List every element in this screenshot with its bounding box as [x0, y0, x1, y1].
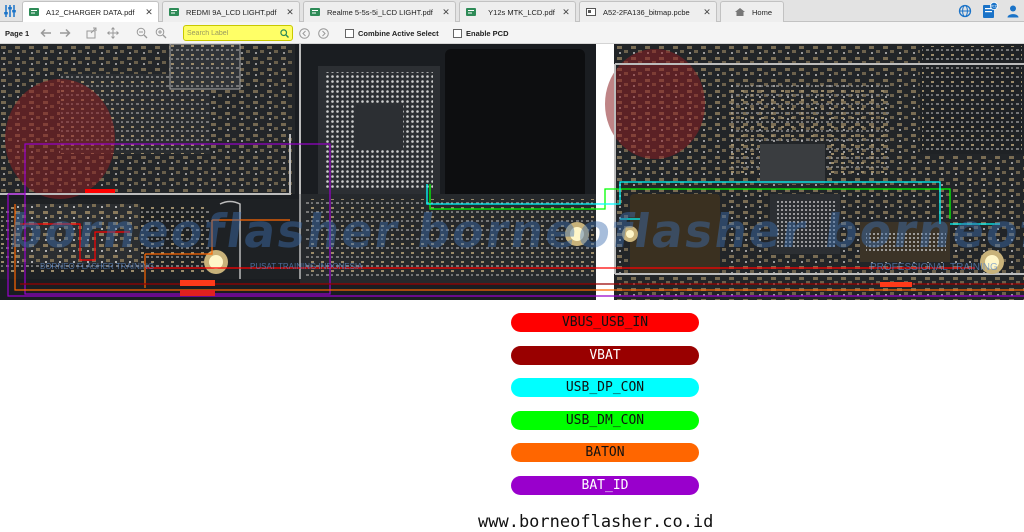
- user-icon[interactable]: [1006, 4, 1020, 18]
- enable-pcd-checkbox[interactable]: Enable PCD: [453, 22, 509, 44]
- search-input[interactable]: [184, 26, 274, 40]
- page-label: Page 1: [5, 28, 30, 38]
- tab-home[interactable]: Home: [720, 1, 784, 22]
- legend-baton: BATON: [511, 443, 699, 462]
- next-result-icon[interactable]: [318, 22, 329, 44]
- tab-y12s-mtk-lcd[interactable]: Y12s MTK_LCD.pdf ✕: [459, 1, 576, 22]
- legend-bat-id: BAT_ID: [511, 476, 699, 495]
- close-icon[interactable]: ✕: [440, 7, 452, 18]
- website-text: www.borneoflasher.co.id: [478, 512, 714, 532]
- search-label-field[interactable]: [183, 25, 293, 41]
- move-icon[interactable]: [107, 22, 119, 44]
- pdf-file-icon: [466, 8, 476, 16]
- legend-vbus-usb-in: VBUS_USB_IN: [511, 313, 699, 332]
- tab-a12-charger-data[interactable]: A12_CHARGER DATA.pdf ✕: [22, 1, 159, 22]
- tab-label: Realme 5-5s-5i_LCD LIGHT.pdf: [327, 7, 433, 17]
- combine-active-select-label: Combine Active Select: [358, 28, 439, 38]
- zoom-in-icon[interactable]: [155, 22, 167, 44]
- overlay-left-text: BORNEO FLASHER TRAINING: [40, 262, 155, 271]
- globe-icon[interactable]: [958, 4, 972, 18]
- tab-label: Home: [752, 7, 773, 17]
- legend-usb-dm-con: USB_DM_CON: [511, 411, 699, 430]
- tab-label: REDMI 9A_LCD LIGHT.pdf: [186, 7, 277, 17]
- export-icon[interactable]: [86, 22, 98, 44]
- tab-realme-lcd-light[interactable]: Realme 5-5s-5i_LCD LIGHT.pdf ✕: [303, 1, 456, 22]
- pdf-file-icon: [310, 8, 320, 16]
- svg-text:PCD: PCD: [990, 4, 997, 8]
- home-icon: [735, 8, 745, 16]
- enable-pcd-label: Enable PCD: [466, 28, 509, 38]
- close-icon[interactable]: ✕: [284, 7, 296, 18]
- overlay-mid-text: PUSAT TRAINING INDONESIA: [250, 262, 363, 271]
- toolbar: Page 1 Combine Active Select Enable PCD: [0, 22, 1024, 44]
- close-icon[interactable]: ✕: [701, 7, 713, 18]
- tab-bar: A12_CHARGER DATA.pdf ✕ REDMI 9A_LCD LIGH…: [0, 0, 1024, 22]
- pcb-board-view[interactable]: borneoflasher borneoflasher borneofl BOR…: [0, 44, 1024, 300]
- watermark-text: borneoflasher borneoflasher borneofl: [6, 204, 1024, 258]
- pdf-file-icon: [169, 8, 179, 16]
- tab-label: A12_CHARGER DATA.pdf: [46, 7, 135, 17]
- zoom-out-icon[interactable]: [136, 22, 148, 44]
- close-icon[interactable]: ✕: [143, 7, 155, 18]
- pcd-file-icon[interactable]: PCD: [982, 2, 998, 19]
- tab-label: Y12s MTK_LCD.pdf: [488, 7, 555, 17]
- prev-result-icon[interactable]: [299, 22, 310, 44]
- checkbox[interactable]: [453, 28, 462, 38]
- arrow-left-icon[interactable]: [40, 22, 52, 44]
- legend-usb-dp-con: USB_DP_CON: [511, 378, 699, 397]
- pdf-file-icon: [29, 8, 39, 16]
- legend-vbat: VBAT: [511, 346, 699, 365]
- equalizer-icon[interactable]: [0, 0, 20, 22]
- pcbe-file-icon: [586, 8, 596, 16]
- tab-label: A52-2FA136_bitmap.pcbe: [603, 7, 690, 17]
- tab-a52-bitmap-pcbe[interactable]: A52-2FA136_bitmap.pcbe ✕: [579, 1, 717, 22]
- close-icon[interactable]: ✕: [560, 7, 572, 18]
- tab-redmi-9a-lcd-light[interactable]: REDMI 9A_LCD LIGHT.pdf ✕: [162, 1, 300, 22]
- combine-active-select-checkbox[interactable]: Combine Active Select: [345, 22, 439, 44]
- arrow-right-icon[interactable]: [59, 22, 71, 44]
- overlay-right-text: PROFESSIONAL TRAINING: [870, 262, 998, 273]
- checkbox[interactable]: [345, 28, 354, 38]
- search-icon[interactable]: [280, 29, 289, 38]
